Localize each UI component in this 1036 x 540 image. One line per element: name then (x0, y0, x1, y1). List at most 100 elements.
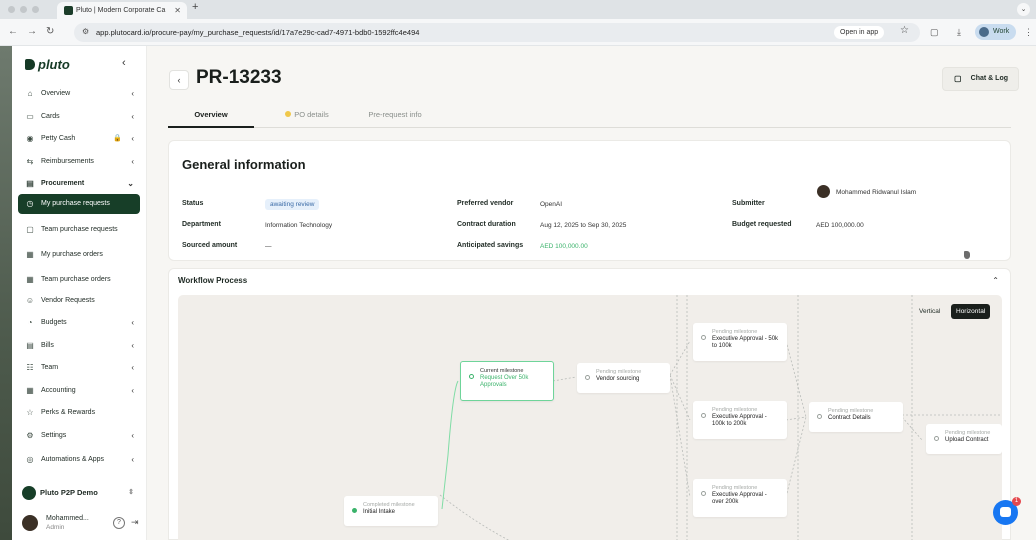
vertical-view-button[interactable]: Vertical (914, 304, 945, 319)
tab-search-icon[interactable]: ⌄ (1017, 3, 1030, 16)
chevron-icon[interactable]: ‹ (131, 336, 134, 356)
profile-pill[interactable]: Work (975, 24, 1017, 40)
workflow-node-exec-50k-100k[interactable]: Pending milestone Executive Approval - 5… (693, 323, 787, 361)
tab-po-details[interactable]: PO details (272, 105, 342, 128)
workspace-switcher[interactable]: Pluto P2P Demo ⇕ (18, 483, 140, 503)
page-tabs: Overview PO details Pre-request info (168, 105, 1011, 128)
chevron-icon[interactable]: ⌄ (127, 174, 134, 194)
sidebar-item-team[interactable]: ☷ Team ‹ (18, 358, 140, 378)
workflow-node-current[interactable]: Current milestone Request Over 50k Appro… (460, 361, 554, 401)
chevron-icon[interactable]: ‹ (131, 129, 134, 149)
workflow-node-contract-details[interactable]: Pending milestone Contract Details (809, 402, 903, 432)
browser-menu-icon[interactable]: ⋮ (1024, 27, 1033, 38)
minimize-window-dot[interactable] (20, 6, 27, 13)
submitter-label: Submitter (732, 200, 765, 207)
bookmark-star-icon[interactable]: ☆ (900, 25, 909, 36)
budget-icon: ◔ (27, 318, 33, 327)
sidebar-item-my-purchase-requests[interactable]: ◷ My purchase requests (18, 194, 140, 214)
chevron-updown-icon: ⇕ (128, 489, 134, 496)
logout-icon[interactable]: ⇥ (131, 517, 139, 528)
status-badge: awaiting review (265, 199, 320, 210)
maximize-window-dot[interactable] (32, 6, 39, 13)
chevron-icon[interactable]: ‹ (131, 84, 134, 104)
forward-arrow-icon[interactable]: → (27, 26, 37, 37)
sidebar-item-team-purchase-requests[interactable]: ▢ Team purchase requests (18, 220, 140, 240)
workflow-node-exec-100k-200k[interactable]: Pending milestone Executive Approval - 1… (693, 401, 787, 439)
sidebar-item-reimbursements[interactable]: ⇆ Reimbursements ‹ (18, 152, 140, 172)
chat-log-button[interactable]: ▢ Chat & Log (942, 67, 1019, 91)
sidebar-item-perks-rewards[interactable]: ☆ Perks & Rewards (18, 403, 140, 423)
open-in-app-button[interactable]: Open in app (834, 26, 885, 39)
omnibox[interactable]: ⚙ app.plutocard.io/procure-pay/my_purcha… (74, 23, 920, 42)
chevron-icon[interactable]: ‹ (131, 152, 134, 172)
sidebar-item-label: Settings (41, 432, 67, 439)
sidebar-item-vendor-requests[interactable]: ☺ Vendor Requests (18, 291, 140, 311)
team-icon: ☷ (26, 363, 34, 372)
sidebar-item-team-purchase-orders[interactable]: ▦ Team purchase orders (18, 270, 140, 290)
chevron-icon[interactable]: ‹ (131, 313, 134, 333)
chevron-icon[interactable]: ‹ (131, 450, 134, 470)
node-label: Executive Approval - 50k to 100k (712, 336, 779, 349)
sidebar-item-label: Team (41, 364, 59, 371)
order-icon: ▦ (26, 250, 34, 259)
help-icon[interactable]: ? (113, 517, 125, 529)
reload-icon[interactable]: ↻ (46, 26, 54, 37)
workflow-node-initial-intake[interactable]: Completed milestone Initial Intake (344, 496, 438, 526)
chat-bubble-icon (1000, 507, 1011, 517)
tab-pre-request-info[interactable]: Pre-request info (360, 105, 430, 128)
chevron-icon[interactable]: ‹ (131, 426, 134, 446)
site-info-icon[interactable]: ⚙ (82, 27, 89, 36)
tab-overview[interactable]: Overview (168, 105, 254, 128)
new-tab-icon[interactable]: + (192, 1, 198, 13)
workflow-canvas[interactable]: Vertical Horizontal Completed milestone … (178, 295, 1002, 540)
avatar (22, 515, 38, 531)
sidebar-item-settings[interactable]: ⚙ Settings ‹ (18, 426, 140, 446)
bill-icon: ▤ (26, 341, 34, 350)
browser-tab[interactable]: Pluto | Modern Corporate Ca ✕ (57, 2, 187, 19)
anticipated-savings-label: Anticipated savings (457, 242, 524, 249)
home-icon: ⌂ (27, 89, 33, 98)
sidebar-item-budgets[interactable]: ◔ Budgets ‹ (18, 313, 140, 333)
user-profile[interactable]: Mohammed... Admin ? ⇥ (18, 512, 140, 536)
sidebar-item-overview[interactable]: ⌂ Overview ‹ (18, 84, 140, 104)
chevron-icon[interactable]: ‹ (131, 107, 134, 127)
download-icon[interactable]: ⤓ (957, 27, 961, 38)
node-label: Contract Details (828, 415, 871, 421)
address-bar: ← → ↻ ⚙ app.plutocard.io/procure-pay/my_… (0, 19, 1036, 46)
collapse-sidebar-icon[interactable]: ‹ (122, 57, 126, 69)
chevron-up-icon[interactable]: ⌃ (992, 276, 999, 285)
notification-count-badge: 1 (1012, 497, 1021, 506)
sidebar-item-accounting[interactable]: ▦ Accounting ‹ (18, 381, 140, 401)
tab-pre-request-label: Pre-request info (368, 110, 422, 119)
node-status: Current milestone (480, 368, 524, 374)
chevron-icon[interactable]: ‹ (131, 358, 134, 378)
sidebar-item-procurement[interactable]: ▤ Procurement ⌄ (18, 174, 140, 194)
sidebar-item-automations-apps[interactable]: ◎ Automations & Apps ‹ (18, 450, 140, 470)
sidebar-item-label: My purchase requests (41, 200, 110, 207)
sidebar-item-petty-cash[interactable]: ◉ Petty Cash 🔒 ‹ (18, 129, 140, 149)
pluto-logo[interactable]: pluto (25, 57, 70, 72)
node-status: Pending milestone (596, 369, 642, 375)
node-label: Initial Intake (363, 509, 396, 515)
workflow-node-upload-contract[interactable]: Pending milestone Upload Contract (926, 424, 1002, 454)
contract-duration-label: Contract duration (457, 221, 516, 228)
back-arrow-icon[interactable]: ← (8, 26, 18, 37)
open-in-app-label: Open in app (840, 29, 879, 36)
close-tab-icon[interactable]: ✕ (174, 2, 181, 19)
workflow-node-exec-over-200k[interactable]: Pending milestone Executive Approval - o… (693, 479, 787, 517)
chat-log-label: Chat & Log (970, 75, 1008, 82)
budget-requested-label: Budget requested (732, 221, 792, 228)
extensions-icon[interactable]: ▢ (930, 27, 939, 38)
back-button[interactable]: ‹ (169, 70, 189, 90)
intercom-chat-button[interactable]: 1 (993, 497, 1021, 525)
sidebar: pluto ‹ ⌂ Overview ‹ ▭ Cards ‹ ◉ Petty Cash 🔒 ‹ ⇆ R… (12, 46, 147, 540)
horizontal-view-button[interactable]: Horizontal (951, 304, 991, 319)
sidebar-item-my-purchase-orders[interactable]: ▦ My purchase orders (18, 245, 140, 265)
sidebar-item-bills[interactable]: ▤ Bills ‹ (18, 336, 140, 356)
close-window-dot[interactable] (8, 6, 15, 13)
sidebar-item-label: Perks & Rewards (41, 409, 96, 416)
workflow-node-vendor-sourcing[interactable]: Pending milestone Vendor sourcing (577, 363, 670, 393)
sidebar-item-cards[interactable]: ▭ Cards ‹ (18, 107, 140, 127)
chevron-icon[interactable]: ‹ (131, 381, 134, 401)
department-value: Information Technology (265, 222, 333, 229)
